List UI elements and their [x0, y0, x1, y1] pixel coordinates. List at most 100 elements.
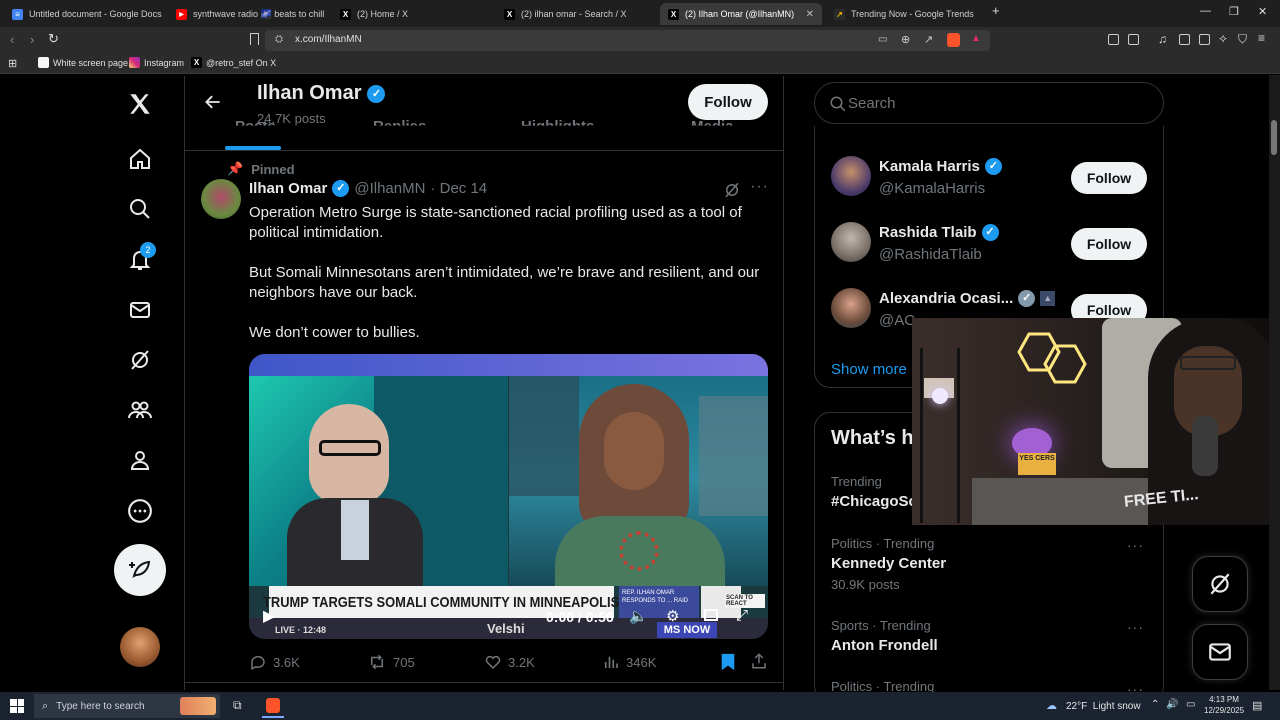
tray-chevron-icon[interactable]: ⌃ [1151, 699, 1159, 710]
back-arrow-icon[interactable] [203, 92, 223, 117]
wallet-icon[interactable] [1128, 34, 1139, 45]
bookmark-filled-icon[interactable] [720, 653, 736, 676]
play-icon[interactable]: ▶ [263, 606, 275, 626]
search-box[interactable]: Search [814, 82, 1164, 124]
network-tray-icon[interactable]: ▭ [1186, 699, 1195, 710]
volume-icon[interactable]: 🔈 [629, 607, 648, 625]
zoom-icon[interactable]: ⊕ [901, 33, 910, 46]
settings-gear-icon[interactable]: ⚙ [666, 607, 679, 625]
close-window-icon[interactable]: ✕ [1258, 5, 1267, 18]
site-info-icon[interactable]: ⛭ [275, 34, 283, 45]
tab-synthwave-radio[interactable]: ▶ synthwave radio 🌌 beats to chill [168, 3, 328, 25]
like-button[interactable]: 3.2K [484, 653, 535, 671]
picture-in-picture-icon[interactable] [704, 609, 718, 621]
menu-icon[interactable]: ≡ [1258, 31, 1265, 45]
reload-icon[interactable]: ↻ [48, 31, 59, 47]
avatar[interactable] [831, 156, 871, 196]
bookmark-instagram[interactable]: Instagram [129, 57, 184, 68]
author-avatar[interactable] [201, 179, 241, 219]
follow-button[interactable]: Follow [1071, 228, 1147, 260]
author-name[interactable]: Ilhan Omar [249, 180, 327, 197]
user-handle[interactable]: @KamalaHarris [879, 180, 985, 197]
tab-manager-icon[interactable] [1199, 34, 1210, 45]
messages-mail-icon[interactable] [126, 296, 154, 324]
user-handle[interactable]: @RashidaTlaib [879, 246, 982, 263]
tab-google-docs[interactable]: ≡ Untitled document - Google Docs [4, 3, 164, 25]
author-handle[interactable]: @IlhanMN [354, 180, 425, 197]
account-avatar[interactable] [120, 627, 160, 667]
tab-search-x[interactable]: X (2) ilhan omar - Search / X [496, 3, 656, 25]
trend-title[interactable]: Anton Frondell [831, 637, 938, 654]
tab-highlights[interactable]: Highlights [521, 118, 594, 126]
share-icon[interactable]: ↗ [924, 33, 933, 46]
who-name[interactable]: Alexandria Ocasi... ✓ ▲ [879, 290, 1056, 307]
new-tab-button[interactable]: + [992, 3, 1000, 18]
grok-icon[interactable] [126, 346, 154, 374]
restore-icon[interactable]: ❐ [1229, 5, 1239, 18]
tab-home-x[interactable]: X (2) Home / X [332, 3, 492, 25]
bookmark-retro-stef[interactable]: X @retro_stef On X [191, 57, 276, 68]
grok-floating-button[interactable] [1192, 556, 1248, 612]
task-view-icon[interactable]: ⧉ [233, 698, 242, 713]
vpn-icon[interactable]: ⛉ [1238, 32, 1247, 47]
x-logo-icon[interactable] [126, 90, 154, 118]
tweet-date[interactable]: · Dec 14 [430, 180, 487, 197]
fullscreen-icon[interactable]: ⤢ [736, 607, 748, 624]
cast-icon[interactable]: ▭ [878, 34, 887, 45]
messages-floating-button[interactable] [1192, 624, 1248, 680]
views-button[interactable]: 346K [602, 653, 656, 671]
compose-post-button[interactable] [114, 544, 166, 596]
avatar[interactable] [831, 288, 871, 328]
clock[interactable]: 4:13 PM 12/29/2025 [1204, 694, 1244, 716]
grok-explain-icon[interactable] [723, 181, 741, 204]
reply-button[interactable]: 3.6K [249, 653, 300, 671]
trend-more-icon[interactable]: ··· [1127, 537, 1144, 553]
bookmark-page-icon[interactable] [250, 33, 259, 45]
back-icon[interactable]: ‹ [10, 32, 14, 47]
close-tab-icon[interactable]: ✕ [806, 9, 814, 20]
follow-button[interactable]: Follow [688, 84, 768, 120]
weather-text[interactable]: 22°F Light snow [1066, 701, 1141, 712]
user-handle[interactable]: @AC [879, 312, 915, 329]
brave-taskbar-app[interactable] [262, 694, 284, 718]
notification-center-icon[interactable]: ▤ [1252, 699, 1262, 712]
share-upload-icon[interactable] [750, 652, 768, 675]
scrollbar-thumb[interactable] [1271, 120, 1277, 155]
trend-title[interactable]: #ChicagoSc [831, 493, 917, 510]
forward-icon[interactable]: › [30, 32, 34, 47]
volume-tray-icon[interactable]: 🔊 [1166, 699, 1178, 710]
show-more-link[interactable]: Show more [831, 361, 907, 378]
bookmark-white-screen[interactable]: White screen page [38, 57, 128, 68]
avatar[interactable] [831, 222, 871, 262]
trend-more-icon[interactable]: ··· [1127, 619, 1144, 635]
explore-search-icon[interactable] [126, 195, 154, 223]
who-name[interactable]: Kamala Harris ✓ [879, 158, 1002, 175]
tab-media[interactable]: Media [691, 118, 734, 126]
repost-button[interactable]: 705 [367, 653, 415, 671]
extensions-icon[interactable] [1108, 34, 1119, 45]
taskbar-search[interactable]: ⌕ Type here to search [34, 694, 220, 718]
trend-title[interactable]: Kennedy Center [831, 555, 946, 572]
home-icon[interactable] [126, 145, 154, 173]
leo-ai-icon[interactable]: ✧ [1218, 32, 1228, 46]
sidebar-icon[interactable] [1179, 34, 1190, 45]
who-name[interactable]: Rashida Tlaib ✓ [879, 224, 999, 241]
tab-ilhan-omar-profile[interactable]: X (2) Ilhan Omar (@IlhanMN) / X ✕ [660, 3, 822, 25]
communities-icon[interactable] [126, 396, 154, 424]
tab-replies[interactable]: Replies [373, 118, 426, 126]
address-bar[interactable]: ⛭ x.com/IlhanMN ▭ ⊕ ↗ ▲ [265, 30, 990, 51]
more-circle-icon[interactable] [126, 497, 154, 525]
tab-posts[interactable]: Posts [235, 118, 276, 126]
more-options-icon[interactable]: ··· [750, 178, 769, 196]
minimize-icon[interactable]: — [1200, 5, 1211, 17]
brave-rewards-icon[interactable]: ▲ [971, 33, 981, 44]
video-player[interactable]: TRUMP TARGETS SOMALI COMMUNITY IN MINNEA… [249, 354, 768, 639]
brave-shields-icon[interactable] [947, 33, 960, 47]
follow-button[interactable]: Follow [1071, 162, 1147, 194]
profile-person-icon[interactable] [126, 446, 154, 474]
page-scrollbar[interactable] [1269, 75, 1280, 690]
apps-grid-icon[interactable]: ⊞ [8, 57, 17, 70]
windows-start-icon[interactable] [10, 699, 24, 713]
tab-google-trends[interactable]: ↗ Trending Now - Google Trends [826, 3, 986, 25]
media-icon[interactable]: ♫ [1158, 32, 1167, 46]
